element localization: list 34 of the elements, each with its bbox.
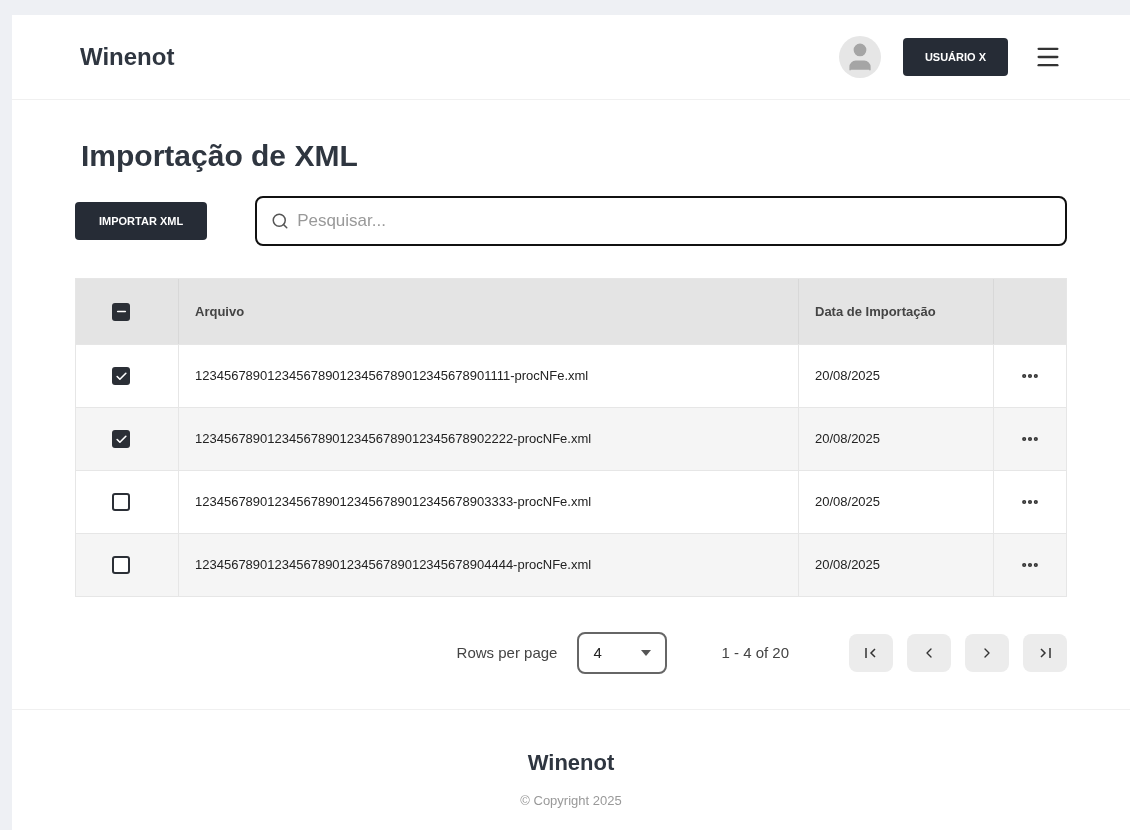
page-range: 1 - 4 of 20 xyxy=(721,642,789,663)
last-page-button[interactable] xyxy=(1023,634,1067,672)
table-cell-text: 12345678901234567890123456789012345678901111-procNFe.xml xyxy=(195,367,589,386)
table-cell-text: 20/08/2025 xyxy=(815,493,881,512)
table-cell-text: 12345678901234567890123456789012345678903333-procNFe.xml xyxy=(195,493,592,512)
checkbox[interactable] xyxy=(112,556,130,574)
search-input[interactable]: Pesquisar... xyxy=(297,208,1051,234)
first-page-button[interactable] xyxy=(849,634,893,672)
checkbox[interactable] xyxy=(112,430,130,448)
check-icon xyxy=(114,432,128,446)
rows-per-page-label: Rows per page xyxy=(456,642,558,663)
column-header: Data de Importação xyxy=(815,302,936,321)
table-cell-text: 12345678901234567890123456789012345678902222-procNFe.xml xyxy=(195,430,592,449)
import-button[interactable]: IMPORTAR XML xyxy=(75,202,208,240)
rows-per-page-select[interactable]: 4 xyxy=(577,632,668,674)
page-title: Importação de XML xyxy=(81,138,359,174)
table-cell-text: 20/08/2025 xyxy=(815,556,881,575)
checkbox[interactable] xyxy=(112,302,130,321)
copyright-text: © Copyright 2025 xyxy=(520,792,622,810)
column-header: Arquivo xyxy=(195,302,245,321)
user-button[interactable]: USUÁRIO X xyxy=(902,38,1008,76)
table-cell-text: 20/08/2025 xyxy=(815,430,881,449)
first-page-icon xyxy=(865,648,877,658)
search-field[interactable]: Pesquisar... xyxy=(255,196,1067,246)
table-cell-text: 12345678901234567890123456789012345678904444-procNFe.xml xyxy=(195,556,592,575)
brand-name: Winenot xyxy=(80,42,175,72)
last-page-icon xyxy=(1039,648,1051,658)
caret-icon xyxy=(641,650,652,656)
search-icon xyxy=(271,212,290,230)
footer-brand: Winenot xyxy=(527,749,615,777)
table-cell-text: 20/08/2025 xyxy=(815,367,881,386)
checkbox[interactable] xyxy=(112,493,130,511)
checkbox[interactable] xyxy=(112,367,130,385)
check-icon xyxy=(114,369,128,383)
